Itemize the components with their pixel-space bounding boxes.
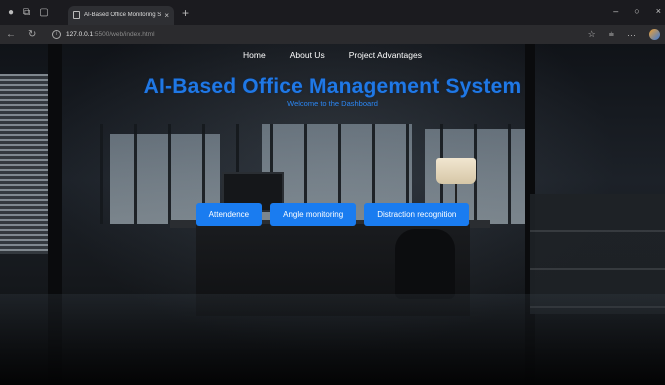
browser-left-controls: ● ⧉ ▢: [0, 7, 64, 18]
action-buttons: Attendence Angle monitoring Distraction …: [0, 203, 665, 226]
nav-about-us[interactable]: About Us: [278, 50, 337, 60]
url-field[interactable]: i 127.0.0.1:5500/web/index.html: [52, 30, 155, 39]
address-bar-tools: ☆ ⩧ ···: [588, 29, 660, 40]
floor: [0, 294, 665, 385]
workspaces-icon[interactable]: ⧉: [23, 7, 30, 18]
page-title: AI-Based Office Management System: [143, 75, 522, 98]
back-icon[interactable]: ←: [6, 29, 16, 40]
lamp-shade: [436, 158, 476, 184]
attendance-button[interactable]: Attendence: [195, 203, 263, 226]
maximize-button[interactable]: ○: [634, 6, 639, 16]
favorite-icon[interactable]: ☆: [588, 29, 596, 40]
page-subtitle: Welcome to the Dashboard: [287, 99, 378, 108]
nav-project-advantages[interactable]: Project Advantages: [337, 50, 434, 60]
profile-icon[interactable]: ●: [8, 7, 14, 18]
address-bar-row: ← ↻ i 127.0.0.1:5500/web/index.html ☆ ⩧ …: [0, 25, 665, 44]
more-icon[interactable]: ···: [627, 30, 636, 40]
edge-profile-icon[interactable]: [649, 29, 660, 40]
nav-home[interactable]: Home: [231, 50, 278, 60]
url-path: :5500/web/index.html: [93, 31, 155, 38]
new-tab-button[interactable]: +: [182, 6, 189, 20]
office-chair: [395, 229, 455, 299]
refresh-icon[interactable]: ↻: [28, 29, 36, 40]
tab-close-icon[interactable]: ×: [164, 11, 169, 20]
page-icon: [73, 11, 80, 19]
url-host: 127.0.0.1: [66, 31, 94, 38]
collections-icon[interactable]: ⩧: [609, 29, 614, 40]
main-nav: Home About Us Project Advantages: [0, 44, 665, 66]
tab-actions-icon[interactable]: ▢: [39, 7, 48, 18]
minimize-button[interactable]: –: [613, 6, 618, 16]
info-icon[interactable]: i: [52, 30, 61, 39]
close-window-button[interactable]: ×: [656, 6, 661, 16]
navigation-buttons: ← ↻: [0, 29, 52, 40]
distraction-recognition-button[interactable]: Distraction recognition: [364, 203, 470, 226]
browser-tab[interactable]: AI-Based Office Monitoring Syste ×: [68, 5, 174, 25]
angle-monitoring-button[interactable]: Angle monitoring: [270, 203, 357, 226]
browser-tab-bar: ● ⧉ ▢ AI-Based Office Monitoring Syste ×…: [0, 0, 665, 25]
tab-title: AI-Based Office Monitoring Syste: [84, 12, 162, 18]
window-controls: – ○ ×: [613, 6, 661, 16]
web-page: Home About Us Project Advantages AI-Base…: [0, 44, 665, 385]
